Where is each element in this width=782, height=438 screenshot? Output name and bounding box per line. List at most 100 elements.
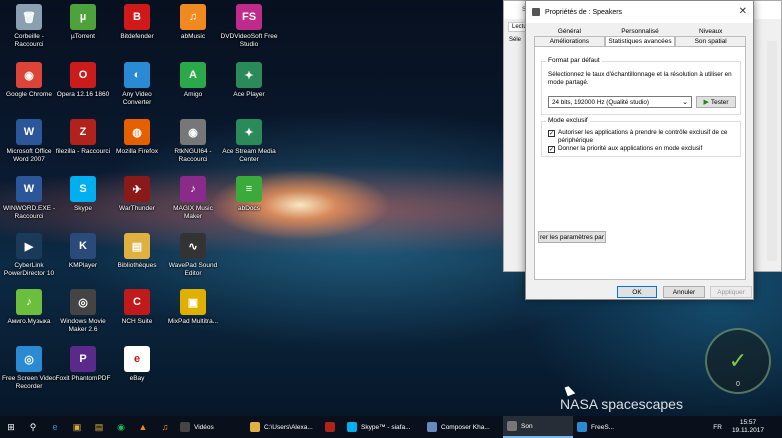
- desktop-icon[interactable]: P Foxit PhantomPDF: [54, 346, 112, 383]
- desktop-icon-label: abDocs: [237, 205, 261, 212]
- tab-advanced[interactable]: Statistiques avancées: [604, 36, 676, 46]
- spotify-icon[interactable]: ◉: [110, 416, 132, 438]
- desktop-icons: 🗑 Corbeille - Raccourci ◉ Google Chrome W Mic…: [0, 0, 277, 410]
- dvdvideosoft-icon: FS: [236, 4, 262, 30]
- language-indicator[interactable]: FR: [713, 424, 722, 431]
- desktop-icon[interactable]: W WINWORD.EXE - Raccourci: [0, 176, 58, 221]
- taskbar-app[interactable]: Son: [503, 416, 573, 438]
- tab-custom[interactable]: Personnalisé: [605, 27, 676, 36]
- vlc-icon[interactable]: ▲: [132, 416, 154, 438]
- edge-icon[interactable]: e: [44, 416, 66, 438]
- desktop-icon[interactable]: ✈ WarThunder: [108, 176, 166, 213]
- desktop-icon[interactable]: ♪ Амиго.Музыка: [0, 289, 58, 326]
- desktop-icon[interactable]: Zfilezilla - Raccourci: [54, 119, 112, 156]
- taskbar-app[interactable]: [321, 416, 343, 438]
- desktop-icon[interactable]: ◐ Any Video Converter: [108, 62, 166, 107]
- apply-button[interactable]: Appliquer: [710, 286, 752, 298]
- cancel-button-label: Annuler: [672, 288, 696, 296]
- default-format-description: Sélectionnez le taux d'échantillonnage e…: [548, 71, 732, 86]
- tab-spatial-sound[interactable]: Son spatial: [675, 36, 747, 46]
- app-icon: [325, 422, 335, 432]
- kmplayer-icon: K: [70, 233, 96, 259]
- test-button[interactable]: ▶ Tester: [696, 96, 736, 108]
- gauge-value: 0: [736, 381, 740, 388]
- word-shortcut-icon: W: [16, 176, 42, 202]
- desktop-icon[interactable]: e eBay: [108, 346, 166, 383]
- apply-button-label: Appliquer: [717, 288, 745, 296]
- close-icon[interactable]: ✕: [739, 6, 747, 17]
- word-icon: W: [16, 119, 42, 145]
- desktop-icon-label: µTorrent: [71, 33, 95, 40]
- desktop-icon[interactable]: FS DVDVideoSoft Free Studio: [220, 4, 278, 49]
- desktop-icon[interactable]: W Microsoft Office Word 2007: [0, 119, 58, 164]
- desktop-icon[interactable]: ∿ WavePad Sound Editor: [164, 233, 222, 278]
- taskbar-app[interactable]: FreeS...: [573, 416, 623, 438]
- desktop-icon[interactable]: µ µTorrent: [54, 4, 112, 41]
- desktop-icon[interactable]: B Bitdefender: [108, 4, 166, 41]
- advanced-tab-panel: Format par défaut Sélectionnez le taux d…: [534, 46, 746, 280]
- exclusive-priority-checkbox[interactable]: ✓ Donner la priorité aux applications en…: [548, 145, 702, 153]
- exclusive-control-checkbox[interactable]: ✓ Autoriser les applications à prendre l…: [548, 129, 740, 144]
- desktop-icon[interactable]: 🗑 Corbeille - Raccourci: [0, 4, 58, 49]
- search-icon[interactable]: ⚲: [22, 416, 44, 438]
- tab-general[interactable]: Général: [534, 27, 605, 36]
- desktop-icon[interactable]: ◍ Mozilla Firefox: [108, 119, 166, 156]
- desktop-icon[interactable]: ▶ CyberLink PowerDirector 10: [0, 233, 58, 278]
- amigo-icon: A: [180, 62, 206, 88]
- desktop-icon-label: Bitdefender: [120, 33, 154, 40]
- taskbar-app-label: Son: [521, 422, 533, 430]
- taskbar-app-label: C:\Users\Alexa...: [264, 423, 313, 431]
- desktop-icon[interactable]: ◉ Google Chrome: [0, 62, 58, 99]
- system-monitor-gauge[interactable]: ✓ 0: [705, 328, 771, 394]
- ok-button-label: OK: [632, 288, 642, 296]
- start-button[interactable]: ⊞: [0, 416, 22, 438]
- desktop-icon-label: Corbeille - Raccourci: [14, 33, 44, 48]
- desktop-icon-label: Opera 12.16 1860: [56, 91, 110, 98]
- taskbar-app[interactable]: Vidéos: [176, 416, 246, 438]
- ok-button[interactable]: OK: [617, 286, 657, 298]
- desktop-icon[interactable]: ♫ abMusic: [164, 4, 222, 41]
- desktop-icon[interactable]: K KMPlayer: [54, 233, 112, 270]
- speakers-properties-dialog[interactable]: Propriétés de : Speakers ✕ Général Perso…: [525, 0, 754, 300]
- tab-levels[interactable]: Niveaux: [675, 27, 746, 36]
- music-icon[interactable]: ♫: [154, 416, 176, 438]
- format-select[interactable]: 24 bits, 192000 Hz (Qualité studio) ⌄: [548, 96, 692, 108]
- taskbar-app[interactable]: Skype™ - siafa...: [343, 416, 423, 438]
- movie-maker-icon: ◎: [70, 289, 96, 315]
- taskbar-app[interactable]: C:\Users\Alexa...: [246, 416, 321, 438]
- desktop-icon[interactable]: ✦ Ace Player: [220, 62, 278, 99]
- desktop-icon[interactable]: ◉ RtkNGUI64 - Raccourci: [164, 119, 222, 164]
- store-icon[interactable]: ▣: [66, 416, 88, 438]
- sound-window-scrollbar[interactable]: [767, 41, 777, 261]
- wallpaper-watermark: NASA spacescapes: [560, 396, 683, 412]
- restore-defaults-button[interactable]: rer les paramètres par: [538, 231, 606, 243]
- desktop-icon-label: Skype: [73, 205, 93, 212]
- app-icon: [347, 422, 357, 432]
- desktop-icon-label: KMPlayer: [68, 262, 98, 269]
- desktop-icon[interactable]: ▣ MixPad Multitra...: [164, 289, 222, 326]
- abmusic-icon: ♫: [180, 4, 206, 30]
- desktop-icon[interactable]: S Skype: [54, 176, 112, 213]
- desktop-icon[interactable]: O Opera 12.16 1860: [54, 62, 112, 99]
- cancel-button[interactable]: Annuler: [663, 286, 705, 298]
- filezilla-icon: Z: [70, 119, 96, 145]
- desktop-icon[interactable]: ≡ abDocs: [220, 176, 278, 213]
- desktop-icon[interactable]: C NCH Suite: [108, 289, 166, 326]
- folder-icon[interactable]: ▤: [88, 416, 110, 438]
- clock[interactable]: 15:57 19.11.2017: [732, 419, 764, 435]
- desktop-icon[interactable]: ♪ MAGIX Music Maker: [164, 176, 222, 221]
- desktop-icon[interactable]: ◎ Windows Movie Maker 2.6: [54, 289, 112, 334]
- desktop-icon[interactable]: ▤ Bibliothèques: [108, 233, 166, 270]
- nch-icon: C: [124, 289, 150, 315]
- desktop-icon[interactable]: ✦ Ace Stream Media Center: [220, 119, 278, 164]
- desktop-icon-label: Foxit PhantomPDF: [55, 375, 111, 382]
- taskbar-apps: Vidéos C:\Users\Alexa... Skype™ - siafa...…: [176, 416, 623, 438]
- desktop-icon[interactable]: ◎ Free Screen Video Recorder: [0, 346, 58, 391]
- libraries-icon: ▤: [124, 233, 150, 259]
- exclusive-control-label: Autoriser les applications à prendre le …: [558, 129, 728, 144]
- desktop-icon-label: Ace Player: [233, 91, 265, 98]
- taskbar-app[interactable]: Composer Kha...: [423, 416, 503, 438]
- desktop-icon-label: Amigo: [183, 91, 203, 98]
- tab-enhancements[interactable]: Améliorations: [534, 36, 605, 46]
- desktop-icon[interactable]: A Amigo: [164, 62, 222, 99]
